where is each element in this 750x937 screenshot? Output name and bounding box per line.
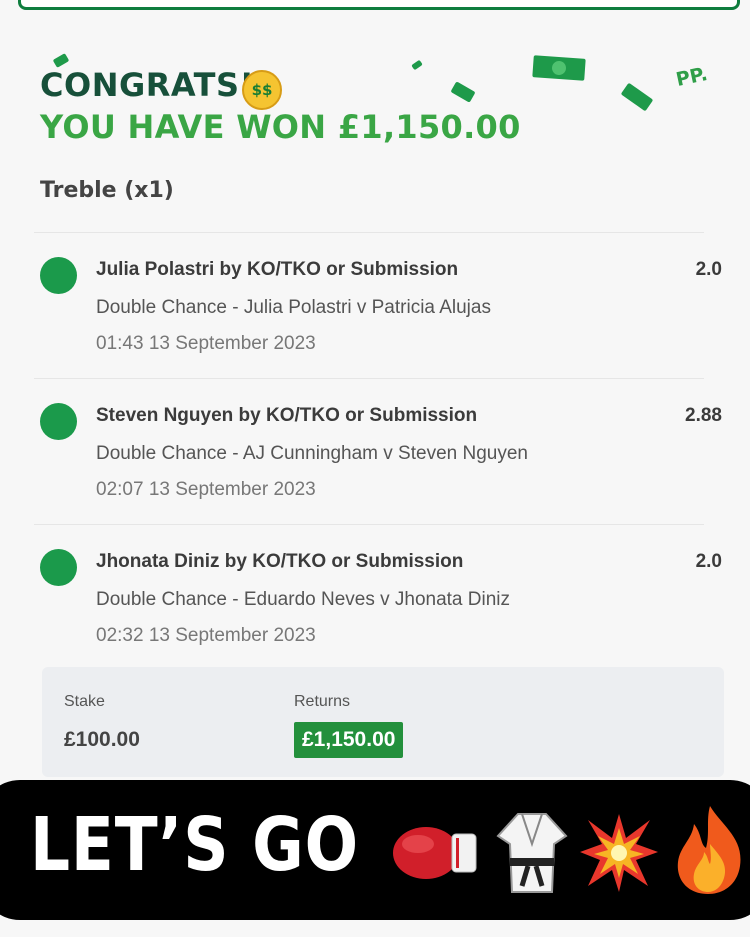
stake-value: £100.00 — [64, 728, 140, 751]
win-amount-heading: YOU HAVE WON £1,150.00 — [40, 108, 521, 146]
returns-value: £1,150.00 — [294, 722, 404, 758]
money-bill-icon — [532, 55, 586, 81]
selection-market: Double Chance - AJ Cunningham v Steven N… — [96, 443, 528, 464]
money-bill-icon — [450, 81, 476, 103]
selections-list: Julia Polastri by KO/TKO or Submission 2… — [34, 232, 722, 670]
win-header: CONGRATS! $$ YOU HAVE WON £1,150.00 PP. … — [0, 0, 750, 230]
selection-row[interactable]: Steven Nguyen by KO/TKO or Submission 2.… — [34, 378, 722, 524]
money-bill-icon — [620, 82, 654, 112]
stake-label: Stake — [64, 693, 105, 710]
selection-datetime: 02:07 13 September 2023 — [96, 479, 316, 500]
congrats-heading: CONGRATS! — [40, 66, 255, 104]
selection-row[interactable]: Julia Polastri by KO/TKO or Submission 2… — [34, 232, 722, 378]
selection-odds: 2.0 — [695, 259, 722, 280]
selection-title: Jhonata Diniz by KO/TKO or Submission — [96, 551, 464, 572]
won-indicator-icon — [40, 403, 77, 440]
money-bill-icon — [411, 59, 423, 71]
won-indicator-icon — [40, 549, 77, 586]
selection-title: Steven Nguyen by KO/TKO or Submission — [96, 405, 478, 426]
selection-title: Julia Polastri by KO/TKO or Submission — [96, 259, 459, 280]
bet-summary: Stake £100.00 Returns £1,150.00 — [42, 667, 724, 777]
bet-type-label: Treble (x1) — [40, 178, 174, 203]
banner-text: LET’S GO — [30, 802, 359, 888]
won-indicator-icon — [40, 257, 77, 294]
selection-market: Double Chance - Eduardo Neves v Jhonata … — [96, 589, 511, 610]
martial-arts-uniform-icon — [496, 813, 568, 893]
paddy-power-logo: PP. — [674, 62, 710, 92]
returns-label: Returns — [294, 693, 351, 710]
selection-market: Double Chance - Julia Polastri v Patrici… — [96, 297, 491, 318]
selection-row[interactable]: Jhonata Diniz by KO/TKO or Submission 2.… — [34, 524, 722, 670]
selection-odds: 2.88 — [685, 405, 722, 426]
collision-icon — [580, 814, 658, 892]
selection-datetime: 02:32 13 September 2023 — [96, 625, 316, 646]
fire-icon — [677, 806, 741, 894]
money-mouth-face-icon: $$ — [242, 70, 282, 110]
selection-odds: 2.0 — [695, 551, 722, 572]
boxing-glove-icon — [393, 827, 477, 879]
lets-go-banner: LET’S GO — [0, 780, 750, 920]
selection-datetime: 01:43 13 September 2023 — [96, 333, 316, 354]
